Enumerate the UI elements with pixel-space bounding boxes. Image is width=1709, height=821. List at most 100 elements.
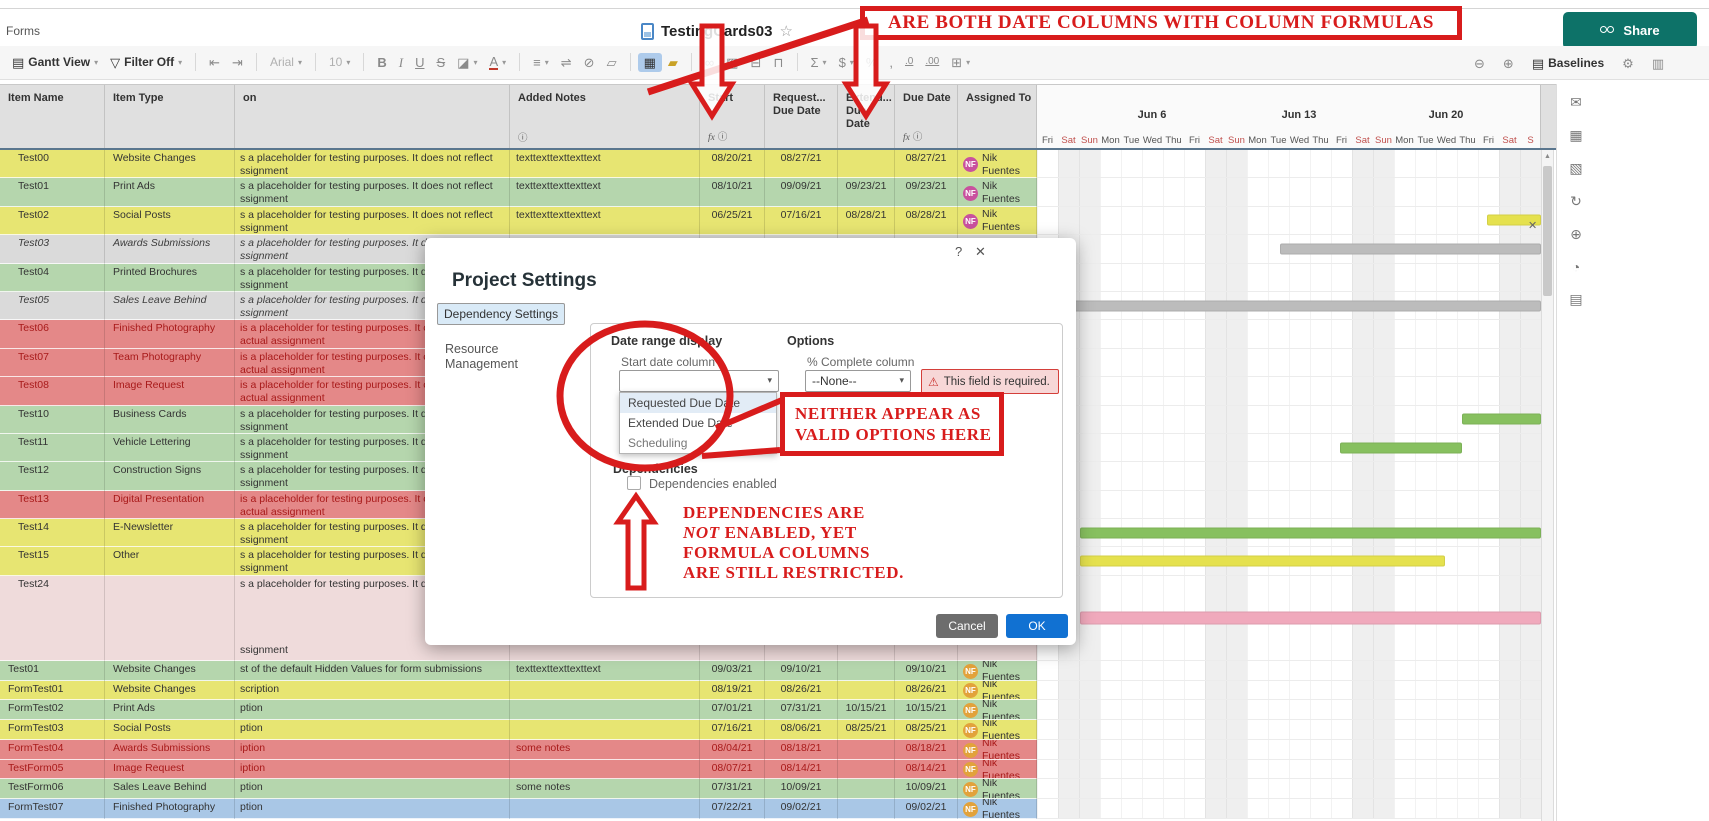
cell-item-name[interactable]: TestForm06	[0, 779, 105, 799]
cell-description[interactable]: ption	[235, 720, 510, 740]
cell-extended-due-date[interactable]	[838, 681, 895, 701]
cell-item-name[interactable]: Test02	[0, 207, 105, 235]
grid-view-button[interactable]: ▦	[638, 53, 662, 72]
attachments-icon[interactable]: ▦	[1564, 127, 1588, 144]
cell-added-notes[interactable]: some notes	[510, 740, 700, 760]
cell-assigned-to[interactable]: NFNik Fuentes	[958, 760, 1037, 780]
cell-description[interactable]: s a placeholder for testing purposes. It…	[235, 150, 510, 178]
cell-item-type[interactable]: Awards Submissions	[105, 740, 235, 760]
column-header-assigned-to[interactable]: Assigned To	[958, 85, 1037, 148]
cell-item-name[interactable]: Test01	[0, 178, 105, 206]
cell-item-type[interactable]: Finished Photography	[105, 320, 235, 348]
cell-item-type[interactable]: Website Changes	[105, 150, 235, 178]
ok-button[interactable]: OK	[1006, 614, 1068, 638]
cell-start-date[interactable]: 07/31/21	[700, 779, 765, 799]
cell-item-name[interactable]: FormTest01	[0, 681, 105, 701]
gantt-cell[interactable]	[1037, 434, 1541, 462]
gantt-cell[interactable]	[1037, 292, 1541, 320]
cell-description[interactable]: scription	[235, 681, 510, 701]
cell-due-date[interactable]: 10/09/21	[895, 779, 958, 799]
cell-due-date[interactable]: 09/02/21	[895, 799, 958, 819]
cell-due-date[interactable]: 10/15/21	[895, 700, 958, 720]
update-requests-icon[interactable]: ↻	[1564, 193, 1588, 210]
cell-due-date[interactable]: 08/26/21	[895, 681, 958, 701]
cell-requested-due-date[interactable]: 08/18/21	[765, 740, 838, 760]
percent-button[interactable]: %	[860, 53, 884, 72]
cell-start-date[interactable]: 08/19/21	[700, 681, 765, 701]
gantt-cell[interactable]	[1037, 760, 1541, 780]
cell-start-date[interactable]: 08/04/21	[700, 740, 765, 760]
image-button[interactable]: ▨	[720, 53, 744, 72]
cell-start-date[interactable]: 07/22/21	[700, 799, 765, 819]
cell-description[interactable]: st of the default Hidden Values for form…	[235, 661, 510, 681]
sheet-summary-icon[interactable]: ▤	[1564, 291, 1588, 308]
cell-item-name[interactable]: Test12	[0, 462, 105, 490]
conversations-icon[interactable]: ✉	[1564, 94, 1588, 111]
cell-description[interactable]: s a placeholder for testing purposes. It…	[235, 178, 510, 206]
align-button[interactable]: ≡▾	[527, 53, 555, 72]
cell-item-type[interactable]: Vehicle Lettering	[105, 434, 235, 462]
cell-added-notes[interactable]: texttexttexttexttext	[510, 207, 700, 235]
gantt-cell[interactable]	[1037, 462, 1541, 490]
wrap-text-button[interactable]: ⇌	[555, 53, 578, 72]
cell-item-name[interactable]: Test14	[0, 519, 105, 547]
cell-item-type[interactable]: Team Photography	[105, 349, 235, 377]
gantt-cell[interactable]	[1037, 320, 1541, 348]
settings-tab-resource-management[interactable]: Resource Management	[437, 336, 587, 378]
gantt-cell[interactable]	[1037, 491, 1541, 519]
gantt-bar[interactable]	[1045, 300, 1541, 311]
cell-requested-due-date[interactable]: 08/27/21	[765, 150, 838, 178]
bold-button[interactable]: B	[371, 53, 392, 72]
sum-button[interactable]: Σ▾	[805, 53, 833, 72]
gantt-cell[interactable]	[1037, 235, 1541, 263]
cell-item-type[interactable]: Website Changes	[105, 681, 235, 701]
gantt-cell[interactable]	[1037, 377, 1541, 405]
gantt-cell[interactable]	[1037, 576, 1541, 661]
cell-requested-due-date[interactable]: 09/09/21	[765, 178, 838, 206]
gantt-cell[interactable]	[1037, 264, 1541, 292]
gantt-cell[interactable]	[1037, 661, 1541, 681]
decimal-decrease-button[interactable]: .0	[899, 54, 919, 70]
cell-item-type[interactable]: Social Posts	[105, 720, 235, 740]
cell-extended-due-date[interactable]	[838, 150, 895, 178]
baselines-button[interactable]: ▤Baselines	[1526, 53, 1610, 73]
cell-item-type[interactable]: Digital Presentation	[105, 491, 235, 519]
cell-start-date[interactable]: 07/16/21	[700, 720, 765, 740]
cell-added-notes[interactable]	[510, 799, 700, 819]
cell-added-notes[interactable]	[510, 760, 700, 780]
column-header-start[interactable]: Startfxⓘ	[700, 85, 765, 148]
cell-start-date[interactable]: 09/03/21	[700, 661, 765, 681]
cell-due-date[interactable]: 08/27/21	[895, 150, 958, 178]
filter-selector[interactable]: ▽Filter Off▾	[104, 52, 188, 72]
cell-extended-due-date[interactable]	[838, 760, 895, 780]
cell-extended-due-date[interactable]	[838, 799, 895, 819]
italic-button[interactable]: I	[393, 53, 409, 72]
cell-item-type[interactable]: Print Ads	[105, 178, 235, 206]
cell-added-notes[interactable]: some notes	[510, 779, 700, 799]
settings-tab-dependency-settings[interactable]: Dependency Settings	[437, 303, 565, 325]
cell-due-date[interactable]: 08/25/21	[895, 720, 958, 740]
gantt-cell[interactable]	[1037, 779, 1541, 799]
cell-added-notes[interactable]: texttexttexttexttext	[510, 178, 700, 206]
gantt-cell[interactable]	[1037, 178, 1541, 206]
cell-due-date[interactable]: 08/18/21	[895, 740, 958, 760]
currency-button[interactable]: $▾	[833, 53, 860, 72]
cell-item-name[interactable]: Test10	[0, 406, 105, 434]
cell-requested-due-date[interactable]: 08/14/21	[765, 760, 838, 780]
gantt-cell[interactable]	[1037, 207, 1541, 235]
start-date-column-select[interactable]: ▾	[619, 370, 779, 392]
cell-item-name[interactable]: Test06	[0, 320, 105, 348]
highlight-button[interactable]: ▰	[662, 53, 684, 72]
cell-item-type[interactable]: Social Posts	[105, 207, 235, 235]
share-button[interactable]: Share	[1563, 12, 1697, 49]
cell-added-notes[interactable]	[510, 720, 700, 740]
cell-item-name[interactable]: Test05	[0, 292, 105, 320]
cell-requested-due-date[interactable]: 08/06/21	[765, 720, 838, 740]
close-icon[interactable]: ✕	[975, 244, 986, 260]
dropdown-option-requested-due-date[interactable]: Requested Due Date	[620, 393, 776, 413]
font-family-select[interactable]: Arial▾	[264, 52, 308, 72]
dependencies-enabled-checkbox[interactable]	[627, 476, 641, 490]
cell-requested-due-date[interactable]: 07/31/21	[765, 700, 838, 720]
cell-requested-due-date[interactable]: 10/09/21	[765, 779, 838, 799]
cell-due-date[interactable]: 09/10/21	[895, 661, 958, 681]
